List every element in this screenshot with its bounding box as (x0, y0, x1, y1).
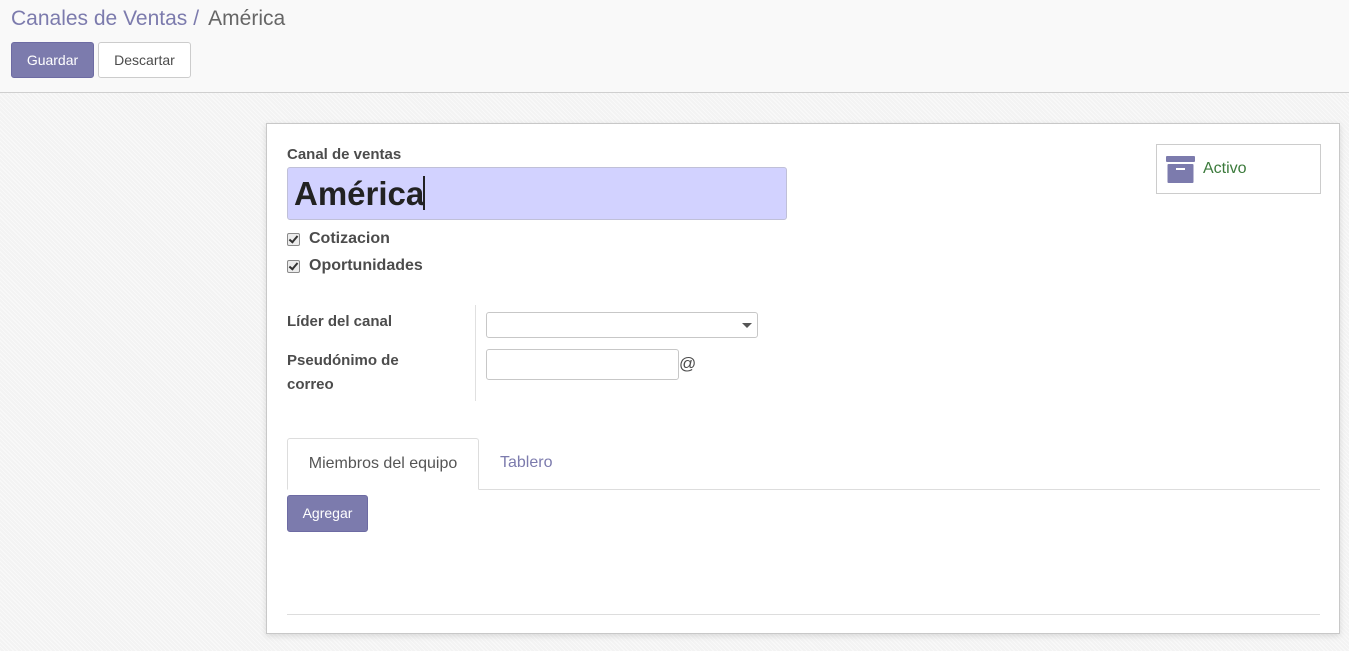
discard-button[interactable]: Descartar (98, 42, 191, 78)
tab-dashboard[interactable]: Tablero (500, 438, 552, 489)
save-button[interactable]: Guardar (11, 42, 94, 78)
field-separator (475, 305, 476, 401)
active-toggle-button[interactable]: Activo (1156, 144, 1321, 194)
opportunities-checkbox[interactable] (287, 259, 300, 273)
active-label: Activo (1203, 160, 1247, 177)
opportunities-label: Oportunidades (309, 257, 423, 274)
control-panel: Canales de Ventas / América Guardar Descar… (0, 0, 1349, 93)
email-alias-input[interactable] (486, 349, 679, 380)
email-domain-suffix: @ (679, 354, 697, 373)
sales-channel-label: Canal de ventas (287, 146, 402, 163)
email-alias-label-line2: correo (287, 376, 334, 393)
breadcrumb: Canales de Ventas / América (11, 6, 285, 32)
email-alias-label-line1: Pseudónimo de (287, 352, 399, 369)
tab-team-members[interactable]: Miembros del equipo (287, 438, 479, 490)
quotation-checkbox[interactable] (287, 232, 300, 246)
sales-channel-name-value: América (294, 175, 425, 212)
add-member-button[interactable]: Agregar (287, 495, 368, 532)
caret-down-icon (742, 323, 752, 328)
email-alias-label: Pseudónimo de correo (287, 349, 399, 397)
quotation-label: Cotizacion (309, 230, 390, 247)
opportunities-checkbox-row: Oportunidades (287, 257, 423, 275)
breadcrumb-separator: / (193, 7, 200, 30)
breadcrumb-current: América (208, 7, 286, 30)
notebook-tabs: Miembros del equipo Tablero (287, 438, 1320, 490)
archive-icon (1166, 156, 1195, 183)
channel-leader-label: Líder del canal (287, 313, 393, 330)
form-sheet: Canal de ventas América Cotizacion Oport… (266, 123, 1340, 634)
breadcrumb-parent-link[interactable]: Canales de Ventas (11, 7, 187, 30)
sales-channel-name-input[interactable]: América (287, 167, 787, 220)
tab-content-divider (287, 614, 1320, 615)
text-caret (423, 176, 426, 211)
channel-leader-select[interactable] (486, 312, 758, 338)
quotation-checkbox-row: Cotizacion (287, 230, 390, 248)
